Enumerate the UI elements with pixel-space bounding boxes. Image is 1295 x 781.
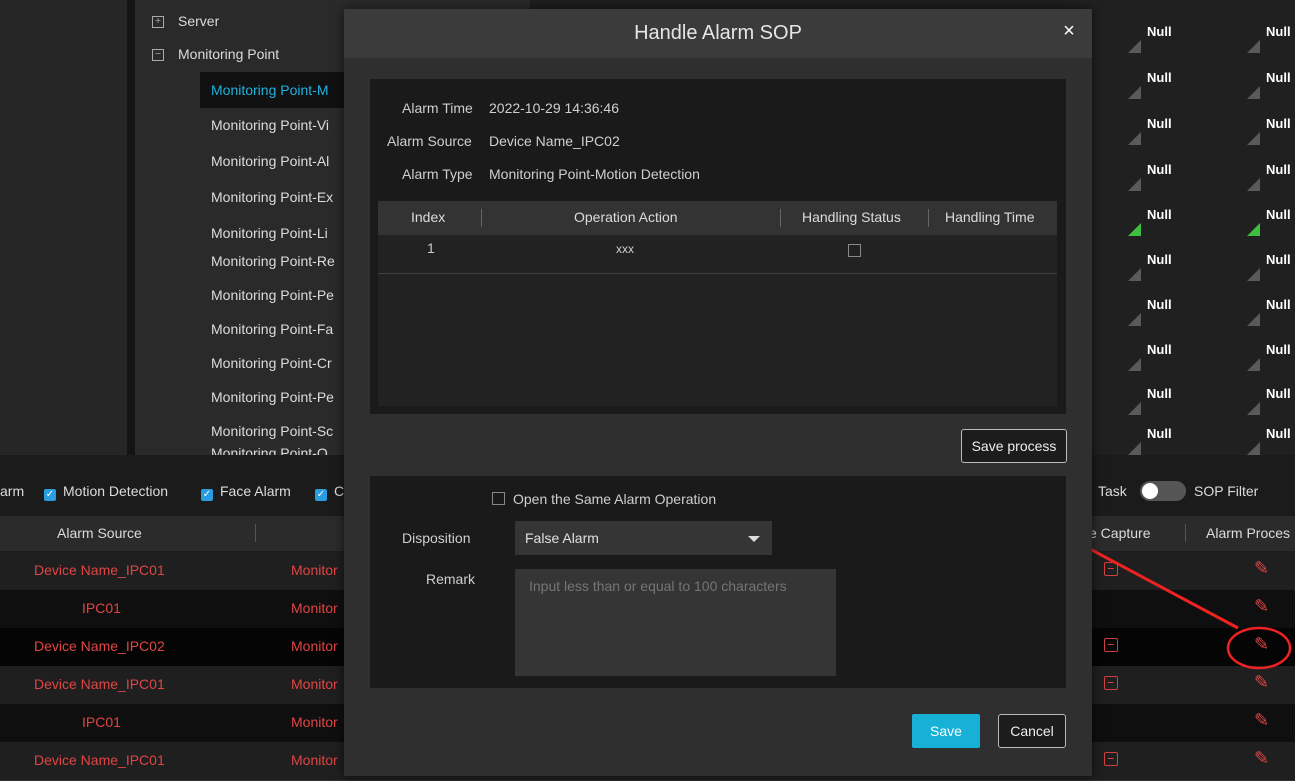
col-index: Index bbox=[411, 209, 446, 225]
column-divider bbox=[928, 209, 929, 227]
alarm-time-label: Alarm Time bbox=[402, 100, 473, 116]
column-divider bbox=[481, 209, 482, 227]
col-handling-time: Handling Time bbox=[945, 209, 1035, 225]
same-alarm-label: Open the Same Alarm Operation bbox=[513, 491, 717, 507]
alarm-source-value: Device Name_IPC02 bbox=[489, 133, 620, 149]
alarm-type-label: Alarm Type bbox=[402, 166, 473, 182]
column-divider bbox=[780, 209, 781, 227]
save-process-button[interactable]: Save process bbox=[961, 429, 1067, 463]
disposition-value: False Alarm bbox=[525, 530, 599, 546]
alarm-type-value: Monitoring Point-Motion Detection bbox=[489, 166, 700, 182]
handling-status-checkbox[interactable] bbox=[848, 244, 861, 257]
cancel-button[interactable]: Cancel bbox=[998, 714, 1066, 748]
alarm-source-label: Alarm Source bbox=[387, 133, 472, 149]
dialog-title: Handle Alarm SOP bbox=[344, 9, 1092, 58]
disposition-select[interactable]: False Alarm bbox=[515, 521, 772, 555]
col-operation-action: Operation Action bbox=[574, 209, 678, 225]
alarm-info-panel: Alarm Time 2022-10-29 14:36:46 Alarm Sou… bbox=[370, 79, 1066, 414]
same-alarm-checkbox[interactable] bbox=[492, 492, 505, 505]
remark-input[interactable] bbox=[515, 569, 836, 676]
handle-alarm-sop-dialog: Handle Alarm SOP × Alarm Time 2022-10-29… bbox=[344, 9, 1092, 776]
operation-table: Index Operation Action Handling Status H… bbox=[378, 201, 1057, 406]
alarm-time-value: 2022-10-29 14:36:46 bbox=[489, 100, 619, 116]
remark-label: Remark bbox=[426, 571, 476, 587]
row-index: 1 bbox=[427, 240, 435, 256]
disposition-panel: Open the Same Alarm Operation Dispositio… bbox=[370, 476, 1066, 688]
highlight-circle bbox=[1226, 626, 1292, 670]
close-icon[interactable]: × bbox=[1056, 18, 1082, 44]
operation-table-header: Index Operation Action Handling Status H… bbox=[378, 201, 1057, 235]
col-handling-status: Handling Status bbox=[802, 209, 901, 225]
table-row[interactable]: 1 xxx bbox=[378, 235, 1057, 274]
chevron-down-icon bbox=[748, 536, 760, 542]
disposition-label: Disposition bbox=[402, 530, 471, 546]
row-operation-action: xxx bbox=[616, 242, 634, 256]
save-button[interactable]: Save bbox=[912, 714, 980, 748]
